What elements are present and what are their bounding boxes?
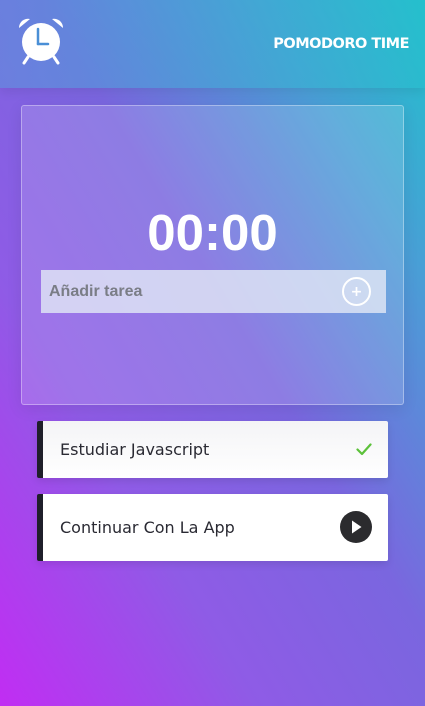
app-header: POMODORO TIME bbox=[0, 0, 425, 88]
timer-card: 00:00 + bbox=[21, 105, 404, 405]
check-icon[interactable] bbox=[356, 441, 372, 457]
task-item[interactable]: Continuar Con La App bbox=[37, 494, 388, 561]
task-label: Estudiar Javascript bbox=[60, 440, 210, 459]
task-label: Continuar Con La App bbox=[60, 518, 235, 537]
play-button[interactable] bbox=[340, 511, 372, 543]
play-icon bbox=[352, 520, 362, 534]
add-task-form: + bbox=[41, 270, 386, 313]
alarm-clock-icon bbox=[18, 18, 64, 65]
add-task-button[interactable]: + bbox=[342, 277, 371, 306]
task-input[interactable] bbox=[41, 270, 341, 313]
app-title: POMODORO TIME bbox=[273, 36, 409, 52]
task-item[interactable]: Estudiar Javascript bbox=[37, 421, 388, 478]
timer-display: 00:00 bbox=[147, 204, 278, 261]
plus-icon: + bbox=[350, 283, 363, 300]
